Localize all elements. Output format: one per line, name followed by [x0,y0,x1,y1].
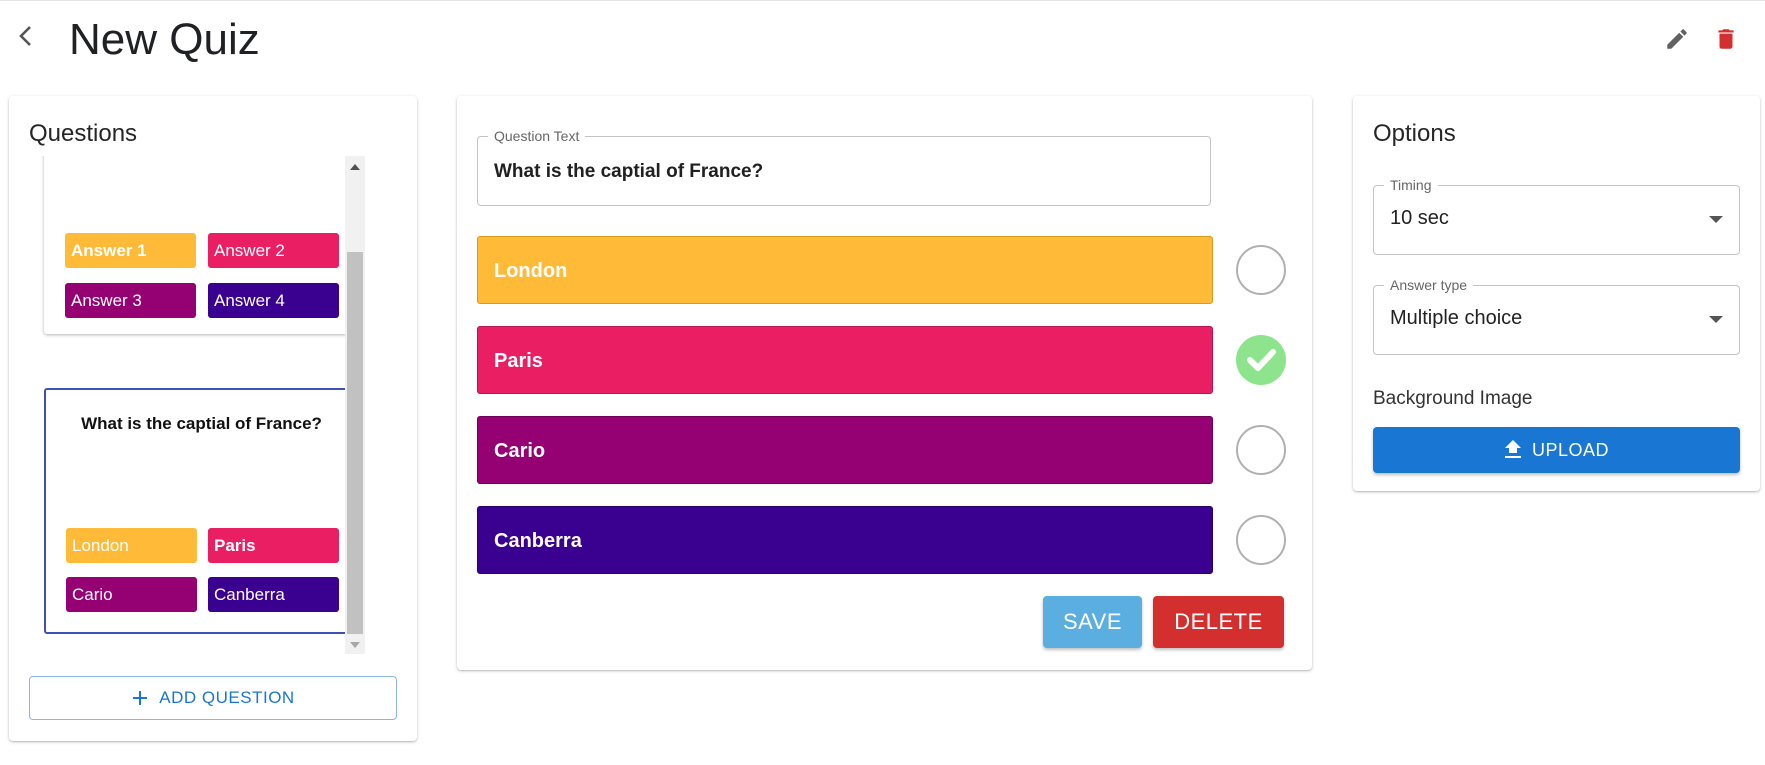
mini-answer: Answer 2 [208,233,339,268]
mini-answer: Answer 3 [65,283,196,318]
correct-toggle-2[interactable] [1236,335,1286,385]
question-list[interactable]: Answer 1 Answer 2 Answer 3 Answer 4 What… [29,156,365,654]
trash-icon[interactable] [1713,26,1739,52]
question-card-selected[interactable]: What is the captial of France? London Pa… [44,388,359,634]
mini-answer: Canberra [208,577,339,612]
question-text-value[interactable]: What is the captial of France? [494,161,763,183]
correct-toggle-3[interactable] [1236,425,1286,475]
correct-toggle-4[interactable] [1236,515,1286,565]
question-text-field[interactable]: Question Text What is the captial of Fra… [477,128,1211,206]
mini-answer: Cario [66,577,197,612]
answer-type-select[interactable]: Answer type Multiple choice [1373,277,1740,355]
upload-icon [1504,440,1521,458]
delete-button[interactable]: DELETE [1153,596,1284,648]
save-button[interactable]: SAVE [1043,596,1142,648]
timing-value: 10 sec [1390,207,1449,229]
mini-answer: London [66,528,197,563]
plus-icon [133,691,148,705]
question-text-label: Question Text [488,128,586,144]
question-editor-panel: Question Text What is the captial of Fra… [457,96,1312,670]
answer-field-4[interactable]: Canberra [477,506,1213,574]
add-question-button[interactable]: ADD QUESTION [29,676,397,720]
options-heading: Options [1373,120,1456,147]
answer-field-2[interactable]: Paris [477,326,1213,394]
dropdown-arrow-icon [1709,316,1723,323]
timing-label: Timing [1384,177,1438,193]
scrollbar[interactable] [345,156,365,654]
answer-field-3[interactable]: Cario [477,416,1213,484]
mini-answer: Answer 1 [65,233,196,268]
scrollbar-thumb[interactable] [347,252,363,634]
timing-select[interactable]: Timing 10 sec [1373,177,1740,255]
answer-field-1[interactable]: London [477,236,1213,304]
add-question-label: ADD QUESTION [159,688,295,707]
question-card-text: What is the captial of France? [81,414,322,433]
upload-label: UPLOAD [1531,439,1610,460]
background-image-label: Background Image [1373,388,1533,409]
scroll-down-arrow-icon[interactable] [350,642,360,648]
scroll-up-arrow-icon[interactable] [350,164,360,170]
top-divider [0,0,1765,1]
answer-type-label: Answer type [1384,277,1474,293]
questions-panel: Questions Answer 1 Answer 2 Answer 3 Ans… [9,96,417,741]
options-panel: Options Timing 10 sec Answer type Multip… [1353,96,1760,491]
answer-type-value: Multiple choice [1390,307,1523,329]
correct-toggle-1[interactable] [1236,245,1286,295]
mini-answer: Paris [208,528,339,563]
questions-heading: Questions [29,120,138,147]
mini-answer: Answer 4 [208,283,339,318]
chevron-left-icon[interactable] [14,24,38,48]
page-title: New Quiz [69,15,260,64]
pencil-icon[interactable] [1664,26,1690,52]
dropdown-arrow-icon [1709,216,1723,223]
upload-button[interactable]: UPLOAD [1373,427,1740,473]
question-card[interactable]: Answer 1 Answer 2 Answer 3 Answer 4 [44,156,359,334]
check-icon [1247,349,1276,371]
